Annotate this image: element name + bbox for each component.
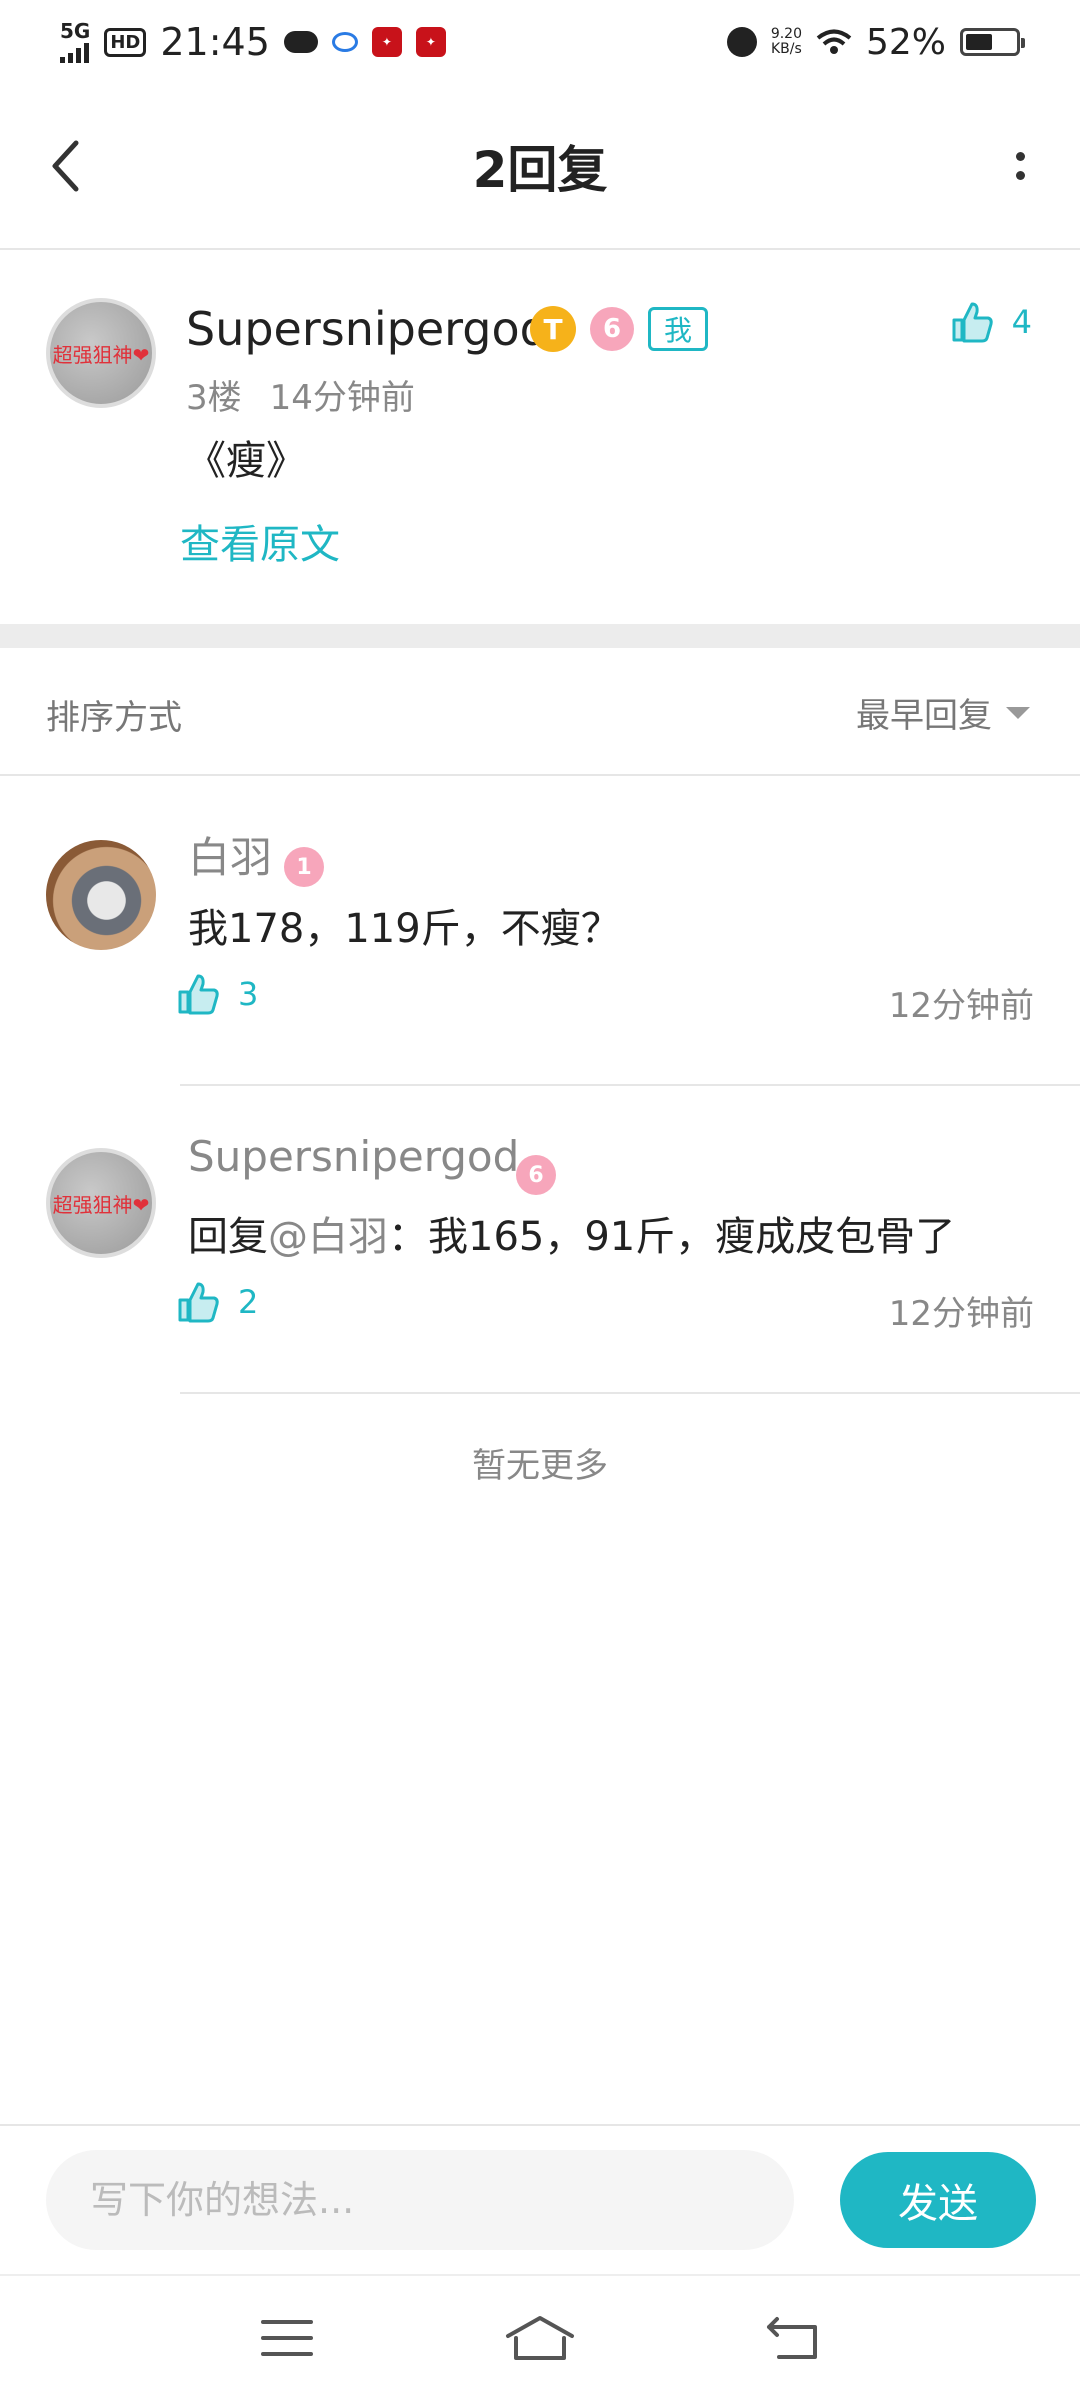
avatar-text: 超强狙神❤	[52, 342, 150, 367]
reply-author-name[interactable]: 白羽	[188, 824, 272, 885]
app-notification-icon: ✦	[371, 27, 402, 57]
sort-label: 排序方式	[46, 698, 182, 738]
app-notification-icon: ✦	[415, 27, 446, 57]
alarm-icon	[726, 27, 757, 57]
reply-content: 回复@白羽：我165，91斤，瘦成皮包骨了	[188, 1204, 955, 1262]
battery-icon	[960, 28, 1025, 56]
level-badge-icon: 6	[590, 307, 634, 351]
title-bar: 2回复	[0, 84, 1080, 250]
post-like-button[interactable]: 4	[950, 300, 1032, 344]
signal-indicator: 5G	[60, 21, 90, 63]
post-meta: 3楼 14分钟前	[186, 370, 415, 419]
more-dot-icon	[1015, 152, 1025, 161]
home-icon	[505, 2316, 574, 2360]
back-nav-button[interactable]	[753, 2308, 833, 2368]
reply-item: 白羽 1 我178，119斤，不瘦？ 3 12分钟前	[0, 778, 1080, 1086]
chat-bubble-icon	[331, 32, 358, 52]
page-title: 2回复	[472, 141, 608, 199]
network-type: 5G	[60, 19, 91, 43]
reply-author-label: Supersnipergod	[188, 1132, 520, 1181]
cloud-icon	[283, 31, 318, 53]
post-time: 14分钟前	[269, 378, 415, 418]
mention-link[interactable]: @白羽	[268, 1214, 388, 1260]
reply-content: 我178，119斤，不瘦？	[188, 906, 621, 952]
level-badge-icon: 6	[516, 1155, 556, 1195]
level-badge-icon: 1	[284, 847, 324, 887]
reply-time: 12分钟前	[888, 1294, 1034, 1334]
reply-like-button[interactable]: 3	[176, 972, 258, 1016]
network-speed-value: 9.20	[770, 26, 802, 43]
avatar[interactable]: 超强狙神❤	[46, 298, 156, 408]
sort-row: 排序方式 最早回复	[0, 648, 1080, 776]
caret-down-icon	[1006, 706, 1030, 719]
thumbs-up-icon	[178, 1282, 219, 1323]
home-button[interactable]	[500, 2308, 580, 2368]
status-left: 5G HD 21:45 ✦ ✦	[60, 20, 446, 64]
reply-time: 12分钟前	[888, 986, 1034, 1026]
back-button[interactable]	[40, 131, 90, 201]
network-speed-unit: KB/s	[771, 41, 802, 57]
section-divider	[0, 624, 1080, 648]
hd-icon: HD	[104, 27, 147, 57]
avatar[interactable]: 超强狙神❤	[46, 1148, 156, 1258]
reply-author-name[interactable]: Supersnipergod	[188, 1132, 519, 1181]
reply-item: 超强狙神❤ Supersnipergod 6 回复@白羽：我165，91斤，瘦成…	[0, 1086, 1080, 1394]
send-button[interactable]: 发送	[840, 2152, 1036, 2248]
post-like-count: 4	[1011, 303, 1032, 341]
comment-input[interactable]	[46, 2150, 794, 2250]
sort-selected-value: 最早回复	[856, 696, 992, 736]
reply-like-count: 2	[238, 1283, 259, 1321]
me-badge: 我	[648, 307, 708, 351]
system-nav-bar	[0, 2274, 1080, 2400]
view-original-link[interactable]: 查看原文	[180, 512, 340, 570]
chevron-left-icon	[52, 140, 79, 192]
battery-percent: 52%	[865, 21, 946, 63]
row-separator	[180, 1392, 1080, 1394]
comment-bar: 发送	[0, 2124, 1080, 2274]
post-content: 《瘦》	[186, 438, 306, 484]
reply-like-button[interactable]: 2	[176, 1280, 258, 1324]
wifi-icon	[816, 29, 852, 54]
back-arrow-icon	[767, 2317, 818, 2359]
menu-button[interactable]	[247, 2308, 327, 2368]
more-options-button[interactable]	[1000, 131, 1040, 201]
floor-number: 3楼	[186, 378, 242, 418]
status-right: 9.20 KB/s 52%	[726, 21, 1025, 63]
reply-like-count: 3	[238, 975, 259, 1013]
signal-bars-icon	[60, 41, 89, 63]
reply-author-label: 白羽	[188, 833, 273, 882]
network-speed: 9.20 KB/s	[771, 27, 802, 56]
no-more-text: 暂无更多	[472, 1446, 608, 1486]
avatar-text: 超强狙神❤	[52, 1192, 150, 1217]
vip-badge-icon: T	[530, 306, 576, 352]
thumbs-up-icon	[952, 302, 993, 343]
avatar[interactable]	[46, 840, 156, 950]
original-post: 超强狙神❤ Supersnipergod T 6 我 4 3楼 14分钟前 《瘦》…	[0, 252, 1080, 624]
thumbs-up-icon	[178, 974, 219, 1015]
menu-icon	[260, 2320, 313, 2356]
sort-dropdown[interactable]: 最早回复	[856, 688, 1030, 737]
more-dot-icon	[1015, 171, 1025, 180]
reply-prefix: 回复	[188, 1214, 268, 1260]
post-author-name[interactable]: Supersnipergod	[186, 302, 549, 356]
clock-time: 21:45	[160, 20, 270, 64]
reply-body: ：我165，91斤，瘦成皮包骨了	[388, 1214, 956, 1260]
status-bar: 5G HD 21:45 ✦ ✦ 9.20 KB/s 52%	[0, 0, 1080, 84]
